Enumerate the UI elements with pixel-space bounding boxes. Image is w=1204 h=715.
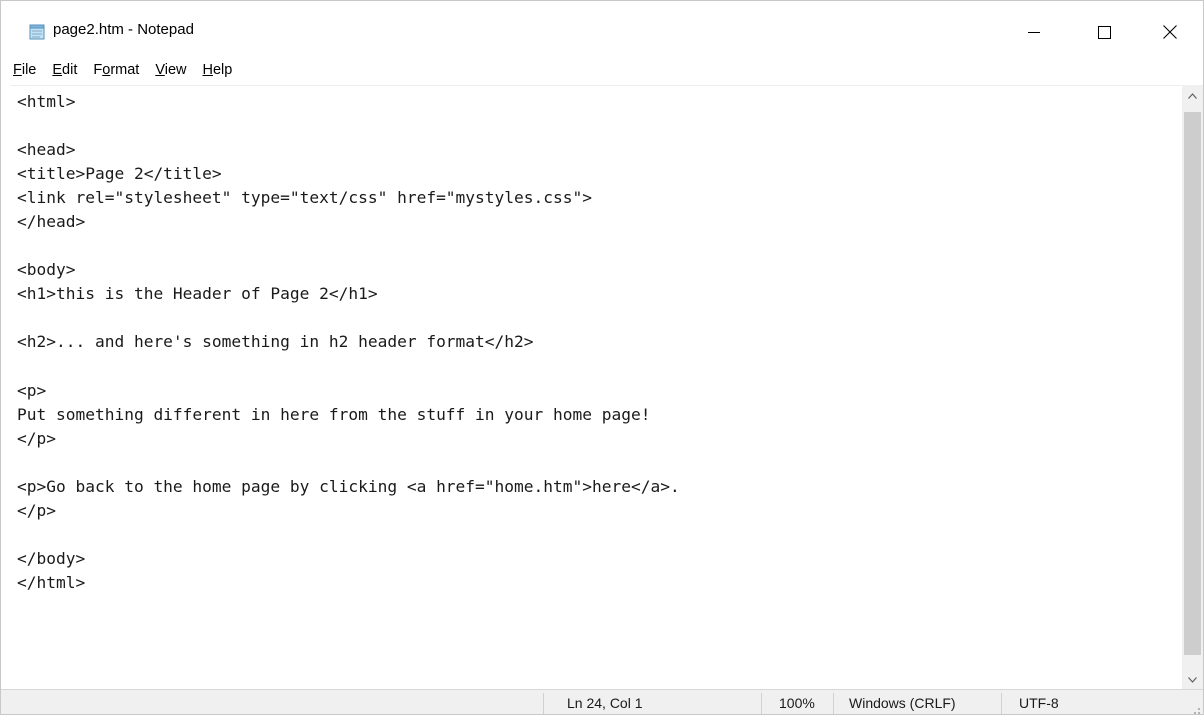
editor-line: <h2>... and here's something in h2 heade… (17, 332, 534, 352)
vertical-scrollbar[interactable] (1182, 85, 1203, 689)
text-editor-area[interactable]: <html> <head> <title>Page 2</title> <link r… (11, 85, 1181, 690)
editor-line: <html> (17, 92, 76, 111)
editor-line: <link rel="stylesheet" type="text/css" h… (17, 188, 592, 208)
menu-edit[interactable]: Edit (42, 59, 83, 81)
cursor-position: Ln 24, Col 1 (567, 695, 643, 711)
menu-file[interactable]: File (1, 59, 42, 81)
close-icon (1163, 25, 1177, 39)
chevron-down-icon (1188, 670, 1197, 688)
status-divider (761, 693, 762, 714)
status-divider (833, 693, 834, 714)
editor-line: <p> (17, 380, 47, 400)
editor-line: </body> (17, 548, 86, 568)
scrollbar-thumb[interactable] (1184, 112, 1201, 655)
scroll-up-button[interactable] (1182, 85, 1203, 105)
editor-line: <head> (17, 140, 76, 160)
zoom-level: 100% (779, 695, 815, 711)
status-bar: Ln 24, Col 1 100% Windows (CRLF) UTF-8 (1, 689, 1203, 714)
menu-view[interactable]: View (145, 59, 192, 81)
minimize-icon (1028, 26, 1040, 38)
menu-format[interactable]: Format (83, 59, 145, 81)
editor-line: <title>Page 2</title> (17, 164, 222, 184)
notepad-icon (29, 24, 45, 40)
editor-line: </p> (17, 428, 56, 448)
maximize-icon (1097, 25, 1111, 39)
encoding: UTF-8 (1019, 695, 1059, 711)
title-bar[interactable]: page2.htm - Notepad (1, 1, 1203, 57)
minimize-button[interactable] (1011, 9, 1057, 55)
editor-content[interactable]: <html> <head> <title>Page 2</title> <link r… (17, 90, 680, 595)
menu-help[interactable]: Help (193, 59, 239, 81)
menu-bar: File Edit Format View Help (1, 58, 1203, 82)
resize-grip-icon[interactable] (1189, 702, 1201, 714)
editor-line: <h1>this is the Header of Page 2</h1> (17, 284, 378, 304)
notepad-window: page2.htm - Notepad File Edit Format Vie… (0, 0, 1204, 715)
maximize-button[interactable] (1081, 9, 1127, 55)
line-ending: Windows (CRLF) (849, 695, 956, 711)
editor-line: </html> (17, 572, 86, 592)
editor-line: <p>Go back to the home page by clicking … (17, 476, 680, 496)
editor-line: Put something different in here from the… (17, 404, 651, 424)
editor-line: <body> (17, 260, 76, 280)
editor-line: </p> (17, 500, 56, 520)
window-title: page2.htm - Notepad (53, 21, 194, 38)
chevron-up-icon (1188, 86, 1197, 104)
editor-line: </head> (17, 212, 86, 232)
status-divider (543, 693, 544, 714)
close-button[interactable] (1147, 9, 1193, 55)
scroll-down-button[interactable] (1182, 669, 1203, 689)
status-divider (1001, 693, 1002, 714)
